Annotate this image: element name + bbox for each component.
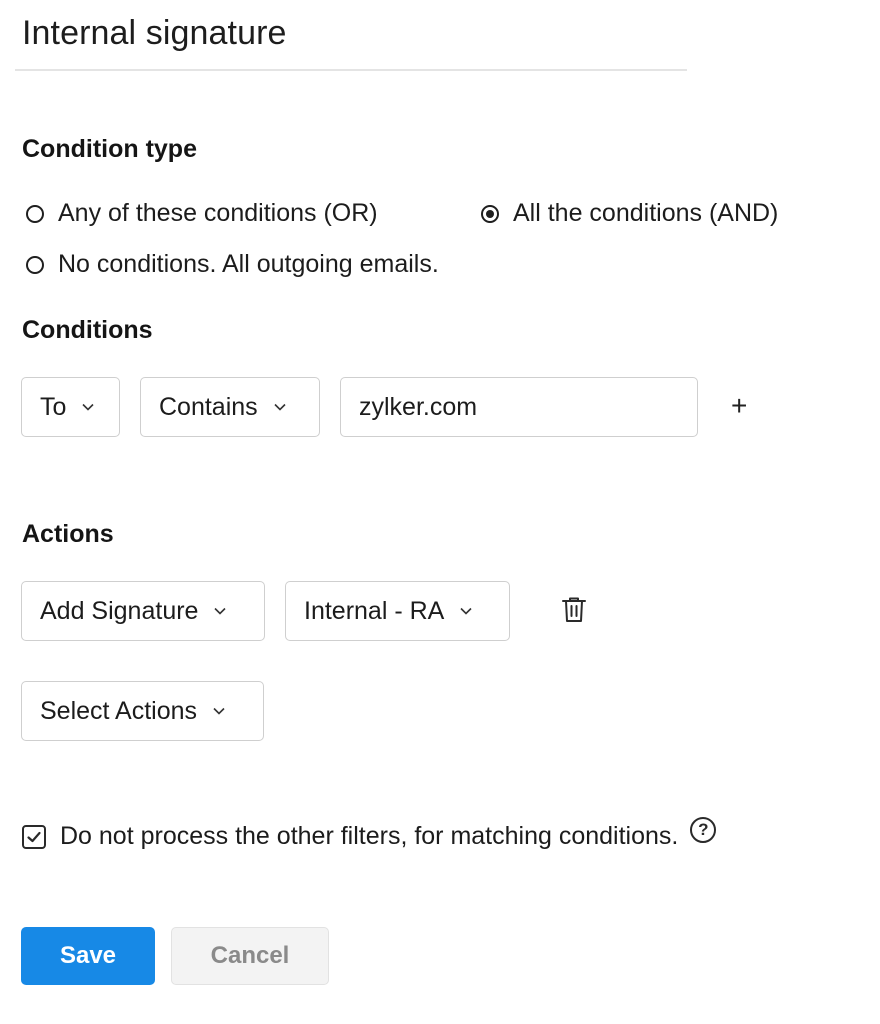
condition-field-value: To	[40, 392, 67, 421]
stop-processing-label: Do not process the other filters, for ma…	[60, 822, 679, 850]
radio-any-conditions[interactable]: Any of these conditions (OR)	[26, 199, 378, 228]
page-title: Internal signature	[22, 14, 287, 52]
condition-field-dropdown[interactable]: To	[21, 377, 120, 437]
chevron-down-icon	[460, 607, 472, 615]
trash-icon[interactable]	[561, 596, 587, 624]
radio-all-conditions[interactable]: All the conditions (AND)	[481, 199, 778, 228]
radio-any-conditions-label: Any of these conditions (OR)	[58, 199, 378, 227]
radio-selected-icon	[481, 204, 499, 223]
stop-processing-row: Do not process the other filters, for ma…	[22, 816, 717, 851]
select-actions-dropdown[interactable]: Select Actions	[21, 681, 264, 741]
chevron-down-icon	[214, 607, 227, 615]
select-actions-placeholder: Select Actions	[40, 696, 198, 725]
cancel-button[interactable]: Cancel	[171, 927, 329, 985]
signature-value: Internal - RA	[304, 596, 445, 625]
action-type-dropdown[interactable]: Add Signature	[21, 581, 265, 641]
condition-value-text: zylker.com	[359, 392, 478, 421]
action-type-value: Add Signature	[40, 596, 199, 625]
condition-type-heading: Condition type	[22, 135, 197, 163]
chevron-down-icon	[274, 403, 286, 411]
chevron-down-icon	[82, 403, 94, 411]
save-button[interactable]: Save	[21, 927, 155, 985]
radio-no-conditions[interactable]: No conditions. All outgoing emails.	[26, 250, 439, 279]
title-divider	[15, 69, 687, 71]
condition-value-input[interactable]: zylker.com	[340, 377, 698, 437]
condition-operator-dropdown[interactable]: Contains	[140, 377, 320, 437]
checkbox-checked-icon[interactable]	[22, 824, 46, 849]
plus-icon[interactable]: +	[731, 392, 747, 420]
radio-all-conditions-label: All the conditions (AND)	[513, 199, 779, 227]
help-icon[interactable]: ?	[690, 816, 717, 843]
condition-operator-value: Contains	[159, 392, 258, 421]
chevron-down-icon	[213, 707, 225, 715]
conditions-heading: Conditions	[22, 316, 153, 344]
radio-no-conditions-label: No conditions. All outgoing emails.	[58, 250, 439, 278]
radio-unselected-icon	[26, 204, 44, 223]
radio-unselected-icon	[26, 255, 44, 274]
actions-heading: Actions	[22, 520, 114, 548]
signature-dropdown[interactable]: Internal - RA	[285, 581, 510, 641]
